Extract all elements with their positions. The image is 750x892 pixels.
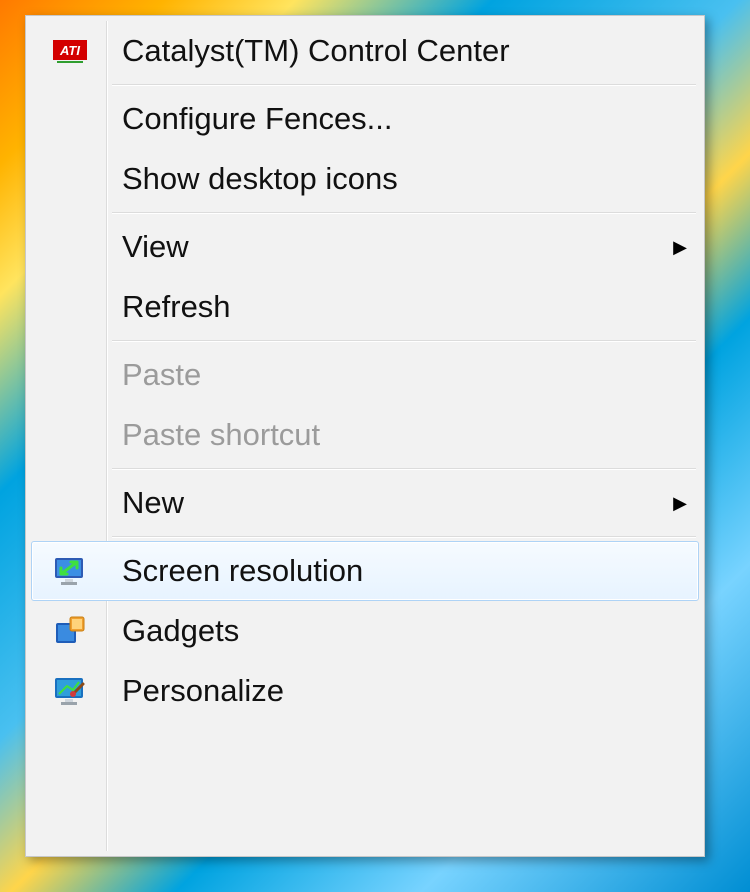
menu-item-paste-shortcut: Paste shortcut	[31, 405, 699, 465]
menu-item-label: Paste	[108, 357, 698, 393]
menu-separator	[112, 340, 696, 342]
menu-item-label: New	[108, 485, 662, 521]
ati-icon: ATI	[32, 34, 108, 68]
screen-resolution-icon	[32, 554, 108, 588]
menu-item-screen-resolution[interactable]: Screen resolution	[31, 541, 699, 601]
menu-item-paste: Paste	[31, 345, 699, 405]
menu-body: ATI Catalyst(TM) Control Center Configur…	[30, 21, 700, 851]
desktop-context-menu: ATI Catalyst(TM) Control Center Configur…	[25, 15, 705, 857]
menu-item-label: Gadgets	[108, 613, 698, 649]
menu-item-catalyst-control-center[interactable]: ATI Catalyst(TM) Control Center	[31, 21, 699, 81]
menu-item-label: Refresh	[108, 289, 698, 325]
gadgets-icon	[32, 614, 108, 648]
submenu-arrow-icon: ▶	[662, 493, 698, 514]
personalize-icon	[32, 674, 108, 708]
menu-item-view[interactable]: View ▶	[31, 217, 699, 277]
menu-item-personalize[interactable]: Personalize	[31, 661, 699, 721]
menu-item-label: View	[108, 229, 662, 265]
menu-item-label: Personalize	[108, 673, 698, 709]
menu-item-label: Paste shortcut	[108, 417, 698, 453]
submenu-arrow-icon: ▶	[662, 237, 698, 258]
menu-separator	[112, 84, 696, 86]
menu-item-refresh[interactable]: Refresh	[31, 277, 699, 337]
menu-item-label: Screen resolution	[108, 553, 698, 589]
menu-item-new[interactable]: New ▶	[31, 473, 699, 533]
menu-item-configure-fences[interactable]: Configure Fences...	[31, 89, 699, 149]
menu-item-gadgets[interactable]: Gadgets	[31, 601, 699, 661]
menu-separator	[112, 536, 696, 538]
svg-text:ATI: ATI	[59, 43, 80, 58]
menu-item-label: Show desktop icons	[108, 161, 698, 197]
menu-item-label: Catalyst(TM) Control Center	[108, 33, 698, 69]
menu-separator	[112, 212, 696, 214]
menu-item-show-desktop-icons[interactable]: Show desktop icons	[31, 149, 699, 209]
menu-separator	[112, 468, 696, 470]
menu-item-label: Configure Fences...	[108, 101, 698, 137]
